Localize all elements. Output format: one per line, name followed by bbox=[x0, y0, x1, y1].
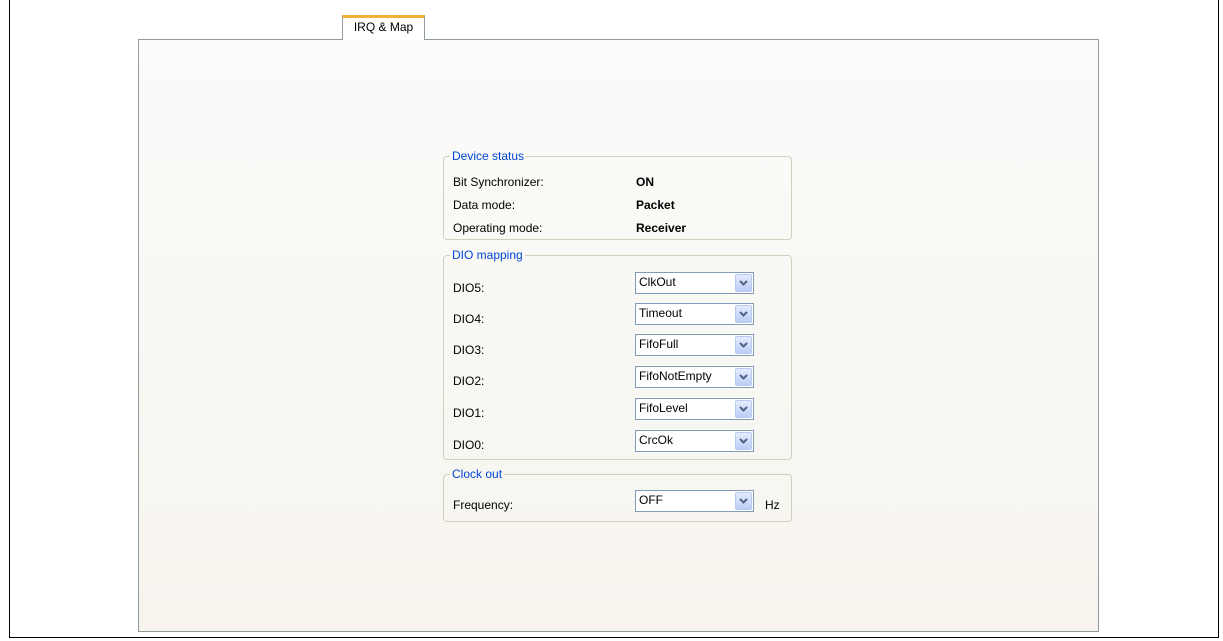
frequency-select[interactable]: OFF bbox=[635, 490, 754, 512]
dio5-select-value: ClkOut bbox=[639, 275, 676, 289]
dio1-label: DIO1: bbox=[453, 406, 485, 420]
dio5-label: DIO5: bbox=[453, 281, 485, 295]
operating-mode-label: Operating mode: bbox=[453, 221, 543, 235]
tab-irq-map[interactable]: IRQ & Map bbox=[342, 15, 425, 40]
dio1-select-value: FifoLevel bbox=[639, 401, 688, 415]
dio3-select[interactable]: FifoFull bbox=[635, 334, 754, 356]
frequency-unit: Hz bbox=[765, 498, 780, 512]
dio2-label: DIO2: bbox=[453, 374, 485, 388]
dio5-select[interactable]: ClkOut bbox=[635, 272, 754, 294]
dio0-select-value: CrcOk bbox=[639, 433, 673, 447]
dio2-select[interactable]: FifoNotEmpty bbox=[635, 366, 754, 388]
chevron-down-icon[interactable] bbox=[735, 368, 752, 386]
dio1-select[interactable]: FifoLevel bbox=[635, 398, 754, 420]
dio3-select-value: FifoFull bbox=[639, 337, 679, 351]
dio0-select[interactable]: CrcOk bbox=[635, 430, 754, 452]
dio2-select-value: FifoNotEmpty bbox=[639, 369, 712, 383]
operating-mode-value: Receiver bbox=[636, 221, 687, 235]
bit-synchronizer-value: ON bbox=[636, 175, 654, 189]
chevron-down-icon[interactable] bbox=[735, 274, 752, 292]
data-mode-value: Packet bbox=[636, 198, 675, 212]
dio4-select[interactable]: Timeout bbox=[635, 303, 754, 325]
dio3-label: DIO3: bbox=[453, 343, 485, 357]
clock-out-legend: Clock out bbox=[452, 467, 503, 481]
chevron-down-icon[interactable] bbox=[735, 400, 752, 418]
chevron-down-icon[interactable] bbox=[735, 305, 752, 323]
device-status-legend: Device status bbox=[452, 149, 525, 163]
dio4-select-value: Timeout bbox=[639, 306, 682, 320]
dio-mapping-legend: DIO mapping bbox=[452, 248, 523, 262]
chevron-down-icon[interactable] bbox=[735, 432, 752, 450]
frequency-select-value: OFF bbox=[639, 493, 663, 507]
frequency-label: Frequency: bbox=[453, 498, 514, 512]
chevron-down-icon[interactable] bbox=[735, 336, 752, 354]
bit-synchronizer-label: Bit Synchronizer: bbox=[453, 175, 544, 189]
dio0-label: DIO0: bbox=[453, 438, 485, 452]
chevron-down-icon[interactable] bbox=[735, 492, 752, 510]
dio4-label: DIO4: bbox=[453, 312, 485, 326]
data-mode-label: Data mode: bbox=[453, 198, 516, 212]
